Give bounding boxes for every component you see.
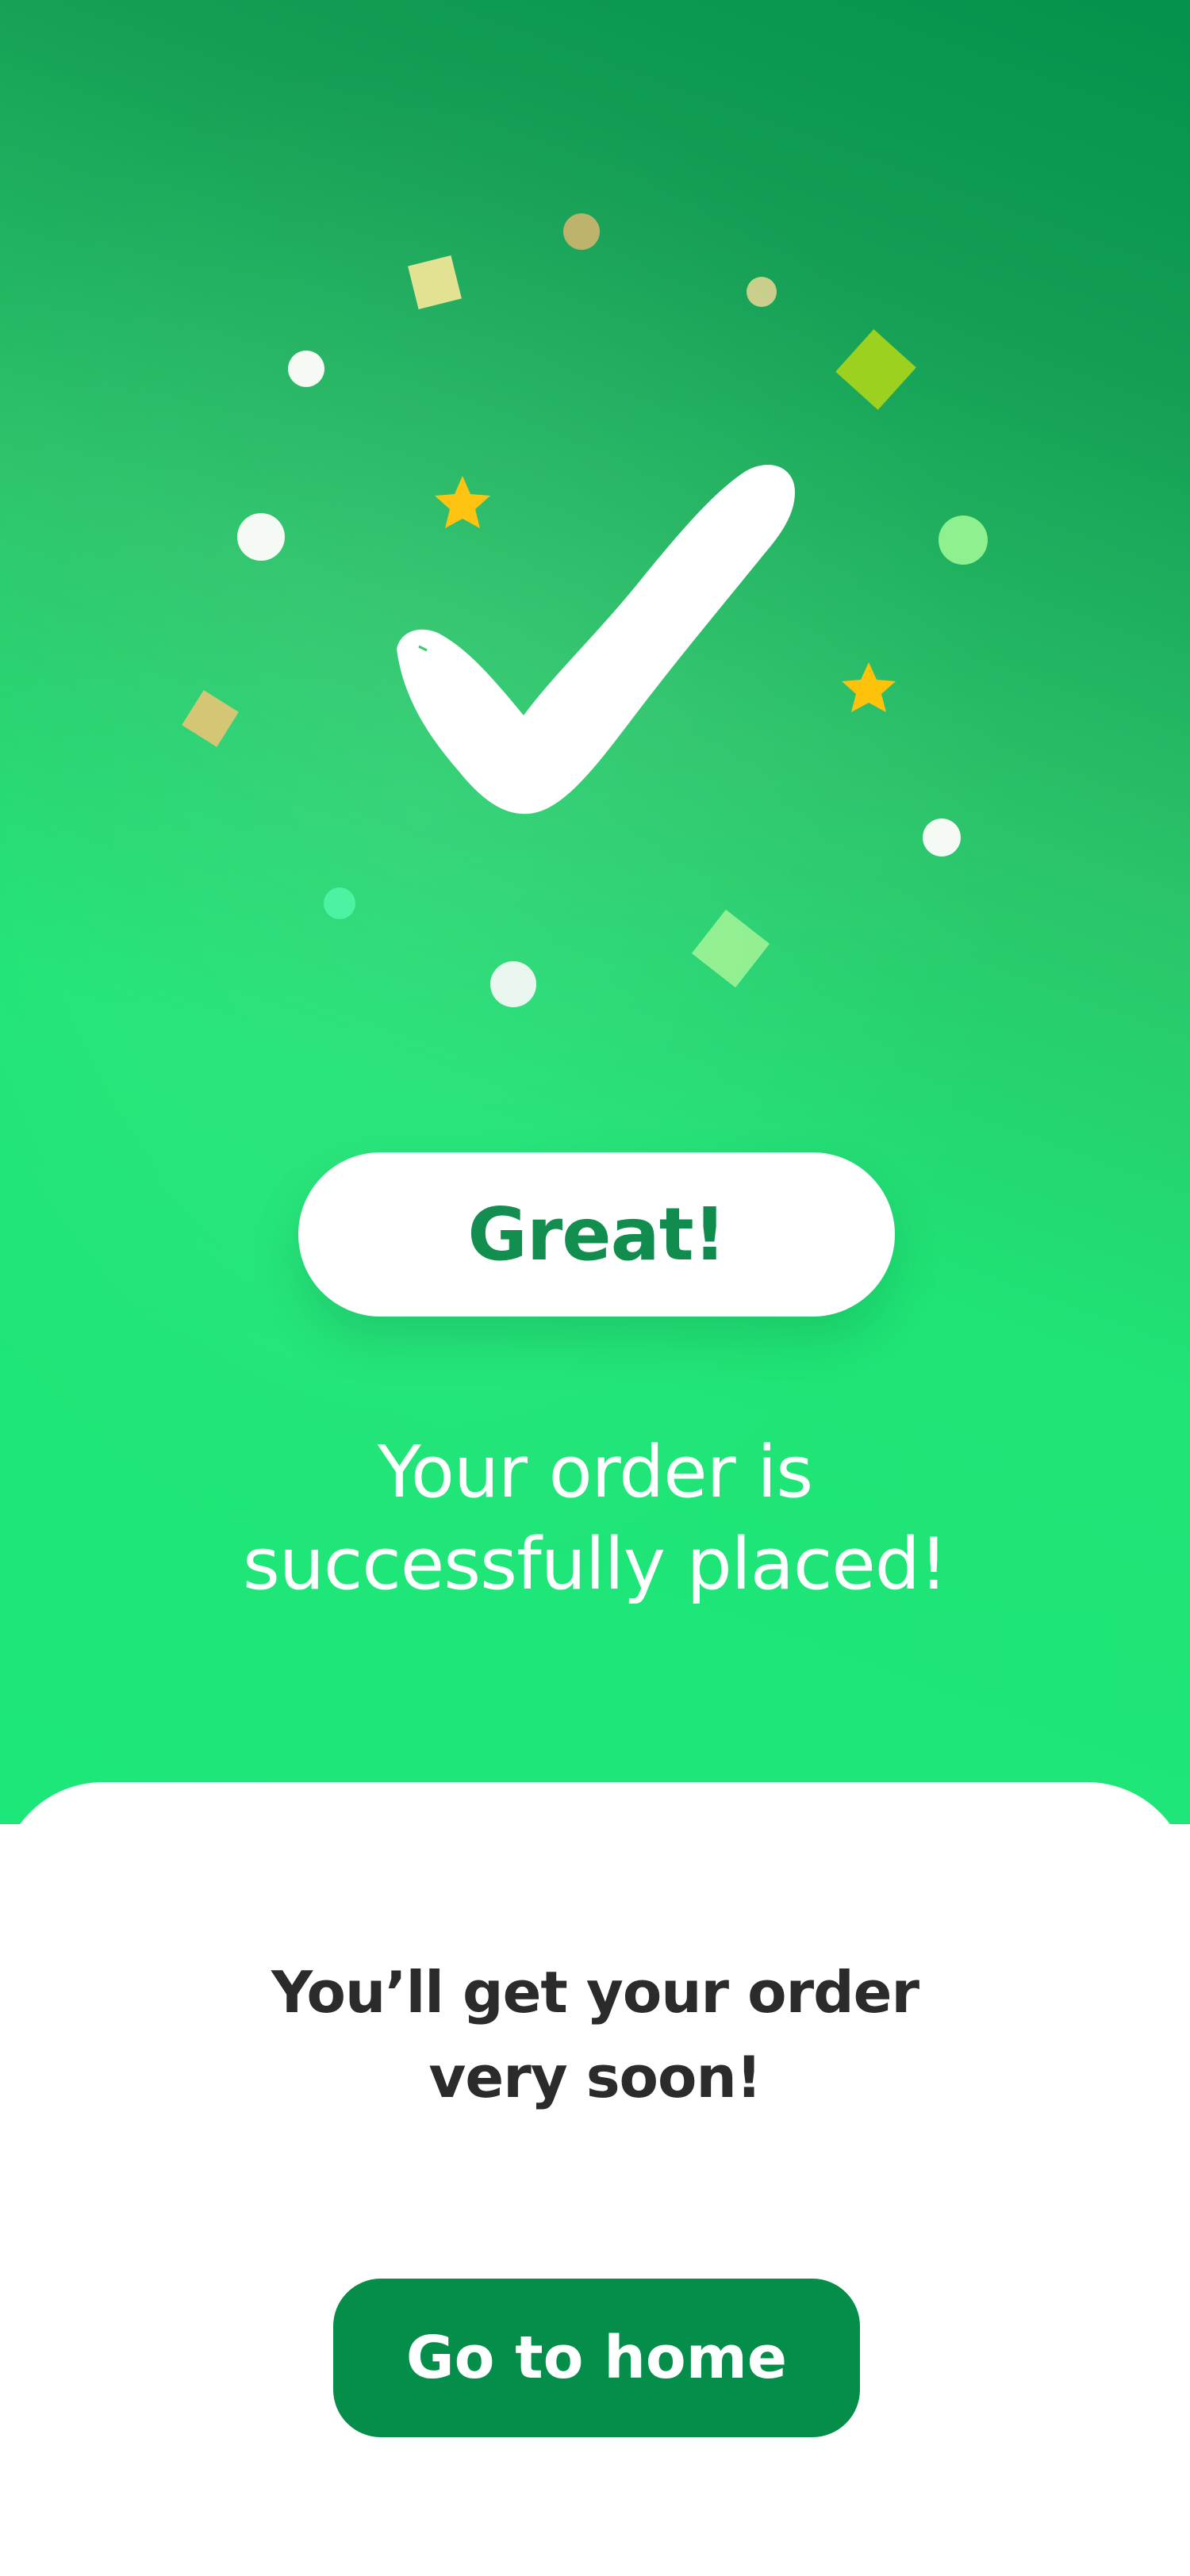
confetti-decoration xyxy=(182,213,988,1007)
confetti-square-icon xyxy=(182,690,239,747)
go-to-home-label: Go to home xyxy=(405,2324,788,2392)
delivery-message-line-1: You’ll get your order xyxy=(271,1959,919,2026)
confetti-dot-icon xyxy=(324,887,355,919)
confetti-dot-icon xyxy=(237,513,285,561)
order-success-screen: Great! Your order is successfully placed… xyxy=(0,0,1190,2576)
go-to-home-button[interactable]: Go to home xyxy=(333,2279,860,2437)
success-hero: Great! Your order is successfully placed… xyxy=(0,0,1190,1824)
great-badge: Great! xyxy=(298,1152,895,1317)
confetti-square-icon xyxy=(691,909,770,988)
star-icon xyxy=(435,476,490,528)
success-headline-line-2: successfully placed! xyxy=(243,1523,948,1606)
great-label: Great! xyxy=(467,1192,726,1277)
confetti-square-icon xyxy=(408,255,462,309)
bottom-sheet xyxy=(0,1782,1190,2576)
confetti-dot-icon xyxy=(563,213,600,250)
confetti-dot-icon xyxy=(288,351,324,387)
delivery-message-line-2: very soon! xyxy=(428,2044,762,2110)
confetti-dot-icon xyxy=(939,516,988,565)
star-icon xyxy=(842,662,896,712)
confetti-dot-icon xyxy=(747,277,777,307)
confetti-dot-icon xyxy=(490,961,536,1007)
confetti-square-icon xyxy=(835,329,916,410)
success-headline-line-1: Your order is xyxy=(377,1431,813,1514)
confetti-dot-icon xyxy=(923,818,961,857)
